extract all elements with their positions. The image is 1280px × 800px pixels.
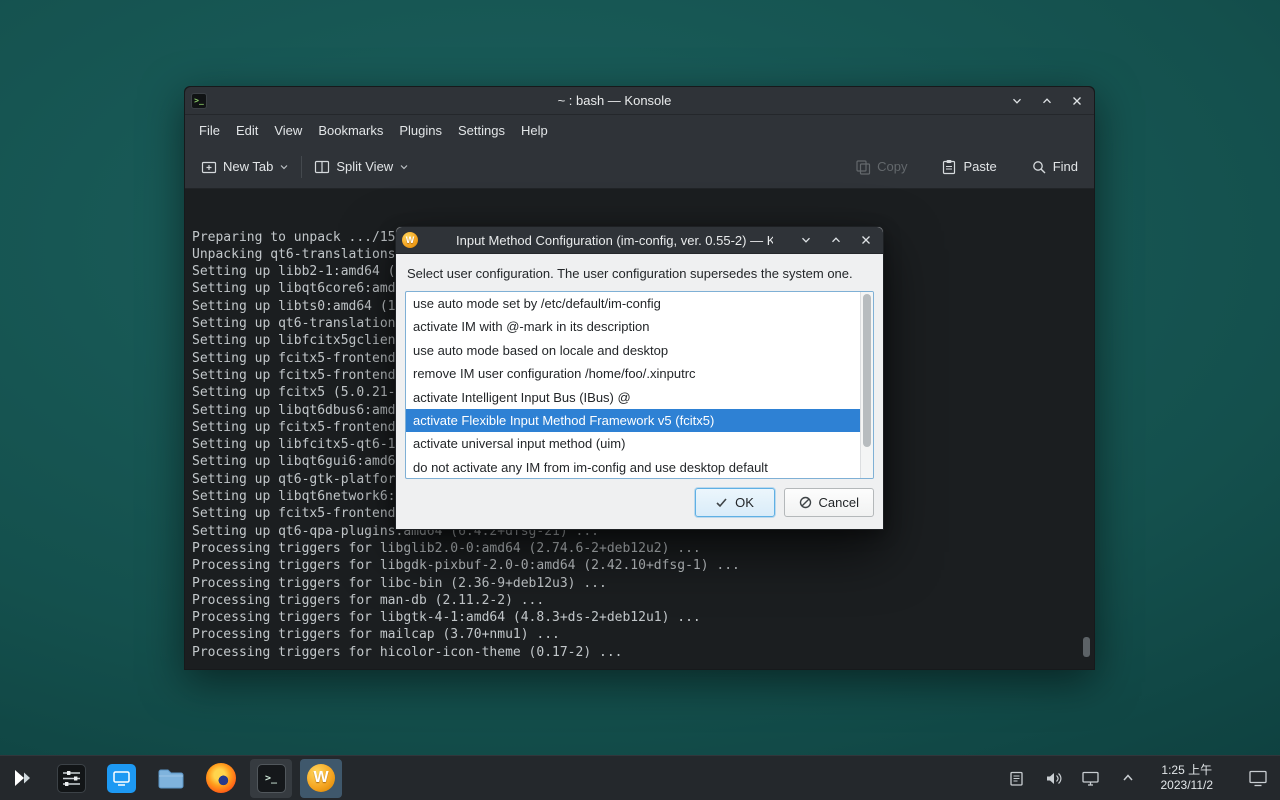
folder-icon bbox=[156, 763, 186, 793]
ok-button[interactable]: OK bbox=[695, 488, 775, 517]
new-tab-button[interactable]: New Tab bbox=[197, 153, 293, 181]
chevron-down-icon bbox=[399, 162, 409, 172]
dialog-titlebar[interactable]: W Input Method Configuration (im-config,… bbox=[396, 227, 883, 254]
search-icon bbox=[1031, 159, 1047, 175]
display-icon[interactable] bbox=[1081, 768, 1101, 788]
dialog-title: Input Method Configuration (im-config, v… bbox=[456, 233, 773, 248]
taskbar-item-file-manager[interactable] bbox=[150, 759, 192, 798]
maximize-button[interactable] bbox=[1036, 90, 1058, 112]
taskbar-item-mixer[interactable] bbox=[50, 759, 92, 798]
terminal-line: Processing triggers for man-db (2.11.2-2… bbox=[192, 592, 1092, 609]
copy-button[interactable]: Copy bbox=[851, 153, 911, 181]
clock-time: 1:25 上午 bbox=[1161, 763, 1214, 778]
cancel-icon bbox=[799, 496, 812, 509]
check-icon bbox=[715, 496, 728, 509]
chevron-down-icon bbox=[279, 162, 289, 172]
menu-item[interactable]: Settings bbox=[450, 119, 513, 142]
settings-icon bbox=[107, 764, 136, 793]
terminal-scrollbar-thumb[interactable] bbox=[1083, 637, 1090, 657]
list-scrollbar[interactable] bbox=[860, 292, 873, 478]
firefox-icon bbox=[206, 763, 236, 793]
new-tab-icon bbox=[201, 159, 217, 175]
konsole-window-title: ~ : bash — Konsole bbox=[245, 93, 984, 108]
tray-expander-icon[interactable] bbox=[1118, 768, 1138, 788]
menu-item[interactable]: Plugins bbox=[391, 119, 450, 142]
dialog-list-item[interactable]: use auto mode set by /etc/default/im-con… bbox=[406, 292, 873, 315]
show-desktop-button[interactable] bbox=[1248, 768, 1268, 788]
dialog-list-item[interactable]: activate Intelligent Input Bus (IBus) @ bbox=[406, 386, 873, 409]
clipboard-icon[interactable] bbox=[1007, 768, 1027, 788]
terminal-line: Processing triggers for libgdk-pixbuf-2.… bbox=[192, 557, 1092, 574]
chevron-down-icon bbox=[1011, 95, 1023, 107]
konsole-toolbar: New Tab Split View Copy Paste Find bbox=[185, 145, 1094, 189]
taskbar-item-settings[interactable] bbox=[100, 759, 142, 798]
chevron-up-icon bbox=[1041, 95, 1053, 107]
im-config-icon: W bbox=[307, 764, 335, 792]
dialog-maximize-button[interactable] bbox=[825, 229, 847, 251]
minimize-button[interactable] bbox=[1006, 90, 1028, 112]
close-icon bbox=[1071, 95, 1083, 107]
konsole-menubar: FileEditViewBookmarksPluginsSettingsHelp bbox=[185, 115, 1094, 145]
dialog-list-item[interactable]: do not activate any IM from im-config an… bbox=[406, 456, 873, 479]
menu-item[interactable]: File bbox=[191, 119, 228, 142]
toolbar-separator bbox=[301, 156, 302, 178]
terminal-line: Processing triggers for libgtk-4-1:amd64… bbox=[192, 609, 1092, 626]
taskbar-item-im-config[interactable]: W bbox=[300, 759, 342, 798]
taskbar: >_ W 1:25 上午 2023/11/2 bbox=[0, 755, 1280, 800]
mixer-icon bbox=[57, 764, 86, 793]
digital-clock[interactable]: 1:25 上午 2023/11/2 bbox=[1161, 763, 1214, 793]
paste-icon bbox=[941, 159, 957, 175]
launcher-icon bbox=[11, 766, 35, 790]
menu-item[interactable]: Edit bbox=[228, 119, 266, 142]
taskbar-item-konsole[interactable]: >_ bbox=[250, 759, 292, 798]
dialog-list-item[interactable]: use auto mode based on locale and deskto… bbox=[406, 339, 873, 362]
chevron-down-icon bbox=[800, 234, 812, 246]
menu-item[interactable]: View bbox=[266, 119, 310, 142]
dialog-close-button[interactable] bbox=[855, 229, 877, 251]
dialog-list-item[interactable]: remove IM user configuration /home/foo/.… bbox=[406, 362, 873, 385]
terminal-line: Processing triggers for libglib2.0-0:amd… bbox=[192, 540, 1092, 557]
im-config-icon: W bbox=[402, 232, 418, 248]
system-tray: 1:25 上午 2023/11/2 bbox=[1007, 763, 1280, 793]
split-view-icon bbox=[314, 159, 330, 175]
dialog-message: Select user configuration. The user conf… bbox=[407, 266, 874, 281]
terminal-line: Processing triggers for hicolor-icon-the… bbox=[192, 644, 1092, 661]
dialog-list-item[interactable]: activate universal input method (uim) bbox=[406, 432, 873, 455]
show-desktop-icon bbox=[1248, 768, 1268, 788]
konsole-icon: >_ bbox=[257, 764, 286, 793]
copy-icon bbox=[855, 159, 871, 175]
cancel-button[interactable]: Cancel bbox=[784, 488, 874, 517]
desktop: { "icons": { "im_config_glyph": "W", "ko… bbox=[0, 0, 1280, 800]
taskbar-item-firefox[interactable] bbox=[200, 759, 242, 798]
im-config-option-list[interactable]: use auto mode set by /etc/default/im-con… bbox=[405, 291, 874, 479]
dialog-minimize-button[interactable] bbox=[795, 229, 817, 251]
close-button[interactable] bbox=[1066, 90, 1088, 112]
paste-button[interactable]: Paste bbox=[937, 153, 1000, 181]
chevron-up-icon bbox=[830, 234, 842, 246]
clock-date: 2023/11/2 bbox=[1161, 778, 1214, 793]
konsole-window-icon: >_ bbox=[191, 93, 207, 109]
terminal-line: Processing triggers for mailcap (3.70+nm… bbox=[192, 626, 1092, 643]
split-view-button[interactable]: Split View bbox=[310, 153, 413, 181]
app-launcher-button[interactable] bbox=[0, 756, 46, 800]
dialog-list-item[interactable]: activate Flexible Input Method Framework… bbox=[406, 409, 873, 432]
menu-item[interactable]: Help bbox=[513, 119, 556, 142]
menu-item[interactable]: Bookmarks bbox=[310, 119, 391, 142]
im-config-dialog: W Input Method Configuration (im-config,… bbox=[395, 226, 884, 530]
konsole-titlebar[interactable]: >_ ~ : bash — Konsole bbox=[185, 87, 1094, 115]
list-scrollbar-thumb[interactable] bbox=[863, 294, 871, 447]
terminal-line: Processing triggers for libc-bin (2.36-9… bbox=[192, 575, 1092, 592]
dialog-list-item[interactable]: activate IM with @-mark in its descripti… bbox=[406, 315, 873, 338]
find-button[interactable]: Find bbox=[1027, 153, 1082, 181]
close-icon bbox=[860, 234, 872, 246]
volume-icon[interactable] bbox=[1044, 768, 1064, 788]
